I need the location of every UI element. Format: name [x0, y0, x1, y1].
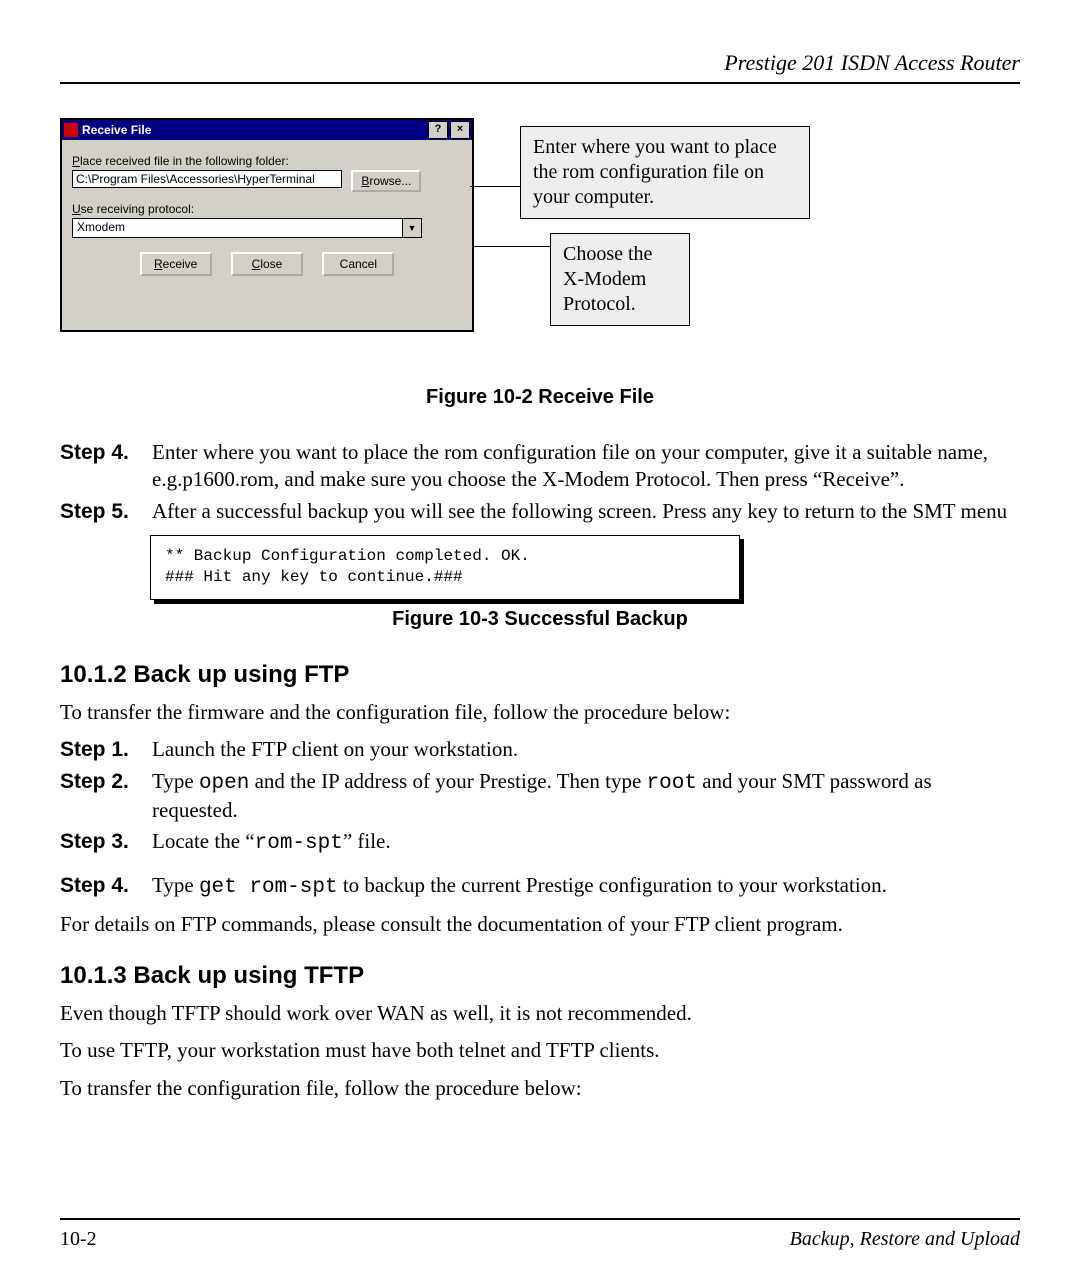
ftp-outro: For details on FTP commands, please cons…	[60, 911, 1020, 938]
page-footer: 10-2 Backup, Restore and Upload	[60, 1218, 1020, 1251]
step-body: Enter where you want to place the rom co…	[152, 439, 1020, 494]
step-body: Type open and the IP address of your Pre…	[152, 768, 1020, 825]
step-label: Step 3.	[60, 828, 152, 857]
section-heading-ftp: 10.1.2 Back up using FTP	[60, 661, 1020, 689]
tftp-p1: Even though TFTP should work over WAN as…	[60, 1000, 1020, 1027]
figure-10-2-caption: Figure 10-2 Receive File	[60, 386, 1020, 409]
tftp-p2: To use TFTP, your workstation must have …	[60, 1037, 1020, 1064]
folder-path-input[interactable]	[72, 170, 342, 188]
dialog-titlebar: Receive File ? ×	[62, 120, 472, 140]
leader-line	[472, 246, 550, 247]
step-label: Step 4.	[60, 439, 152, 494]
protocol-combobox[interactable]: Xmodem ▼	[72, 218, 422, 238]
step-label: Step 2.	[60, 768, 152, 825]
terminal-output: ** Backup Configuration completed. OK. #…	[150, 535, 740, 600]
help-button[interactable]: ?	[428, 121, 448, 139]
tftp-p3: To transfer the configuration file, foll…	[60, 1075, 1020, 1102]
figure-10-2-block: Receive File ? × Place received file in …	[60, 118, 1020, 378]
close-dialog-button[interactable]: Close	[231, 252, 303, 276]
cancel-button[interactable]: Cancel	[322, 252, 394, 276]
steps-group-a: Step 4. Enter where you want to place th…	[60, 439, 1020, 525]
callout-protocol: Choose the X-Modem Protocol.	[550, 233, 690, 326]
page-number: 10-2	[60, 1228, 97, 1251]
ftp-steps: Step 1. Launch the FTP client on your wo…	[60, 736, 1020, 900]
step-label: Step 4.	[60, 872, 152, 901]
protocol-label: Use receiving protocol:	[72, 202, 462, 216]
close-button[interactable]: ×	[450, 121, 470, 139]
step-label: Step 5.	[60, 498, 152, 525]
ftp-intro: To transfer the firmware and the configu…	[60, 699, 1020, 726]
browse-button[interactable]: Browse...	[351, 170, 421, 192]
receive-file-dialog: Receive File ? × Place received file in …	[60, 118, 474, 332]
step-body: Type get rom-spt to backup the current P…	[152, 872, 1020, 901]
step-label: Step 1.	[60, 736, 152, 763]
step-body: After a successful backup you will see t…	[152, 498, 1020, 525]
figure-10-3-caption: Figure 10-3 Successful Backup	[60, 608, 1020, 631]
running-header: Prestige 201 ISDN Access Router	[60, 50, 1020, 84]
folder-label: Place received file in the following fol…	[72, 154, 462, 168]
section-heading-tftp: 10.1.3 Back up using TFTP	[60, 962, 1020, 990]
chevron-down-icon[interactable]: ▼	[402, 219, 421, 237]
receive-button[interactable]: Receive	[140, 252, 212, 276]
footer-title: Backup, Restore and Upload	[790, 1228, 1020, 1251]
step-body: Launch the FTP client on your workstatio…	[152, 736, 1020, 763]
step-body: Locate the “rom-spt” file.	[152, 828, 1020, 857]
leader-line	[470, 186, 520, 187]
dialog-title: Receive File	[82, 123, 151, 137]
callout-place-file: Enter where you want to place the rom co…	[520, 126, 810, 219]
protocol-value: Xmodem	[73, 219, 402, 237]
app-icon	[64, 123, 78, 137]
